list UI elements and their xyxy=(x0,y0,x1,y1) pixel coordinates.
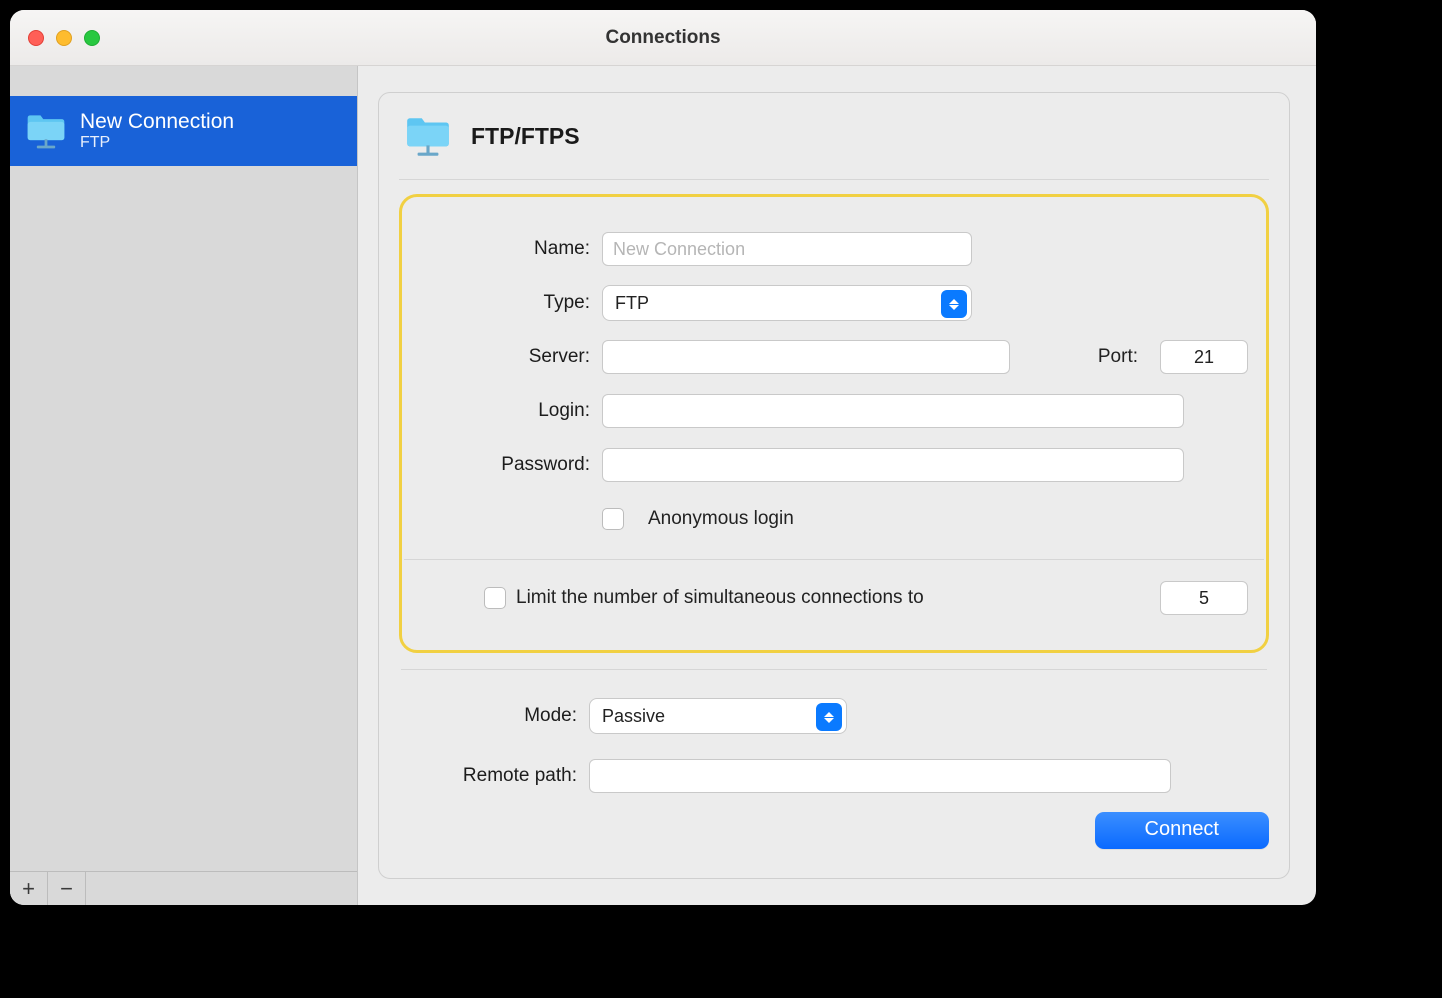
connection-settings-panel: FTP/FTPS Name: Type: FTP xyxy=(378,92,1290,879)
remote-path-label: Remote path: xyxy=(399,765,589,787)
sidebar: New Connection FTP + − xyxy=(10,66,358,905)
remove-connection-button[interactable]: − xyxy=(48,872,86,905)
limit-checkbox[interactable] xyxy=(484,587,506,609)
connect-button[interactable]: Connect xyxy=(1095,812,1270,849)
sidebar-item-subtitle: FTP xyxy=(80,134,234,152)
section-divider xyxy=(401,669,1267,670)
primary-settings-group: Name: Type: FTP xyxy=(399,194,1269,653)
updown-icon xyxy=(941,290,967,318)
name-label: Name: xyxy=(412,238,602,260)
add-connection-button[interactable]: + xyxy=(10,872,48,905)
panel-header: FTP/FTPS xyxy=(399,101,1269,180)
anonymous-checkbox[interactable] xyxy=(602,508,624,530)
password-field[interactable] xyxy=(602,448,1184,482)
sidebar-item-new-connection[interactable]: New Connection FTP xyxy=(10,96,357,166)
network-folder-icon xyxy=(403,111,453,161)
sidebar-connection-list[interactable]: New Connection FTP xyxy=(10,96,357,871)
network-folder-icon xyxy=(24,109,68,153)
mode-select[interactable]: Passive xyxy=(589,698,847,734)
sidebar-item-title: New Connection xyxy=(80,110,234,134)
password-label: Password: xyxy=(412,454,602,476)
limit-label: Limit the number of simultaneous connect… xyxy=(516,587,924,609)
login-label: Login: xyxy=(412,400,602,422)
mode-label: Mode: xyxy=(399,705,589,727)
remote-path-field[interactable] xyxy=(589,759,1171,793)
type-select-value: FTP xyxy=(615,293,649,314)
server-label: Server: xyxy=(412,346,602,368)
port-label: Port: xyxy=(1098,346,1138,368)
window-title: Connections xyxy=(10,27,1316,49)
sidebar-bottom-toolbar: + − xyxy=(10,871,357,905)
group-divider xyxy=(404,559,1264,560)
port-field[interactable] xyxy=(1160,340,1248,374)
sidebar-bottom-spacer xyxy=(86,872,357,905)
login-field[interactable] xyxy=(602,394,1184,428)
server-field[interactable] xyxy=(602,340,1010,374)
panel-title: FTP/FTPS xyxy=(471,123,580,150)
window-body: New Connection FTP + − xyxy=(10,66,1316,905)
sidebar-item-text: New Connection FTP xyxy=(80,110,234,153)
updown-icon xyxy=(816,703,842,731)
type-select[interactable]: FTP xyxy=(602,285,972,321)
content: FTP/FTPS Name: Type: FTP xyxy=(358,66,1316,905)
titlebar[interactable]: Connections xyxy=(10,10,1316,66)
name-field[interactable] xyxy=(602,232,972,266)
type-label: Type: xyxy=(412,292,602,314)
mode-select-value: Passive xyxy=(602,706,665,727)
limit-value-field[interactable] xyxy=(1160,581,1248,615)
connections-window: Connections New Connection FT xyxy=(10,10,1316,905)
anonymous-label: Anonymous login xyxy=(648,508,794,530)
